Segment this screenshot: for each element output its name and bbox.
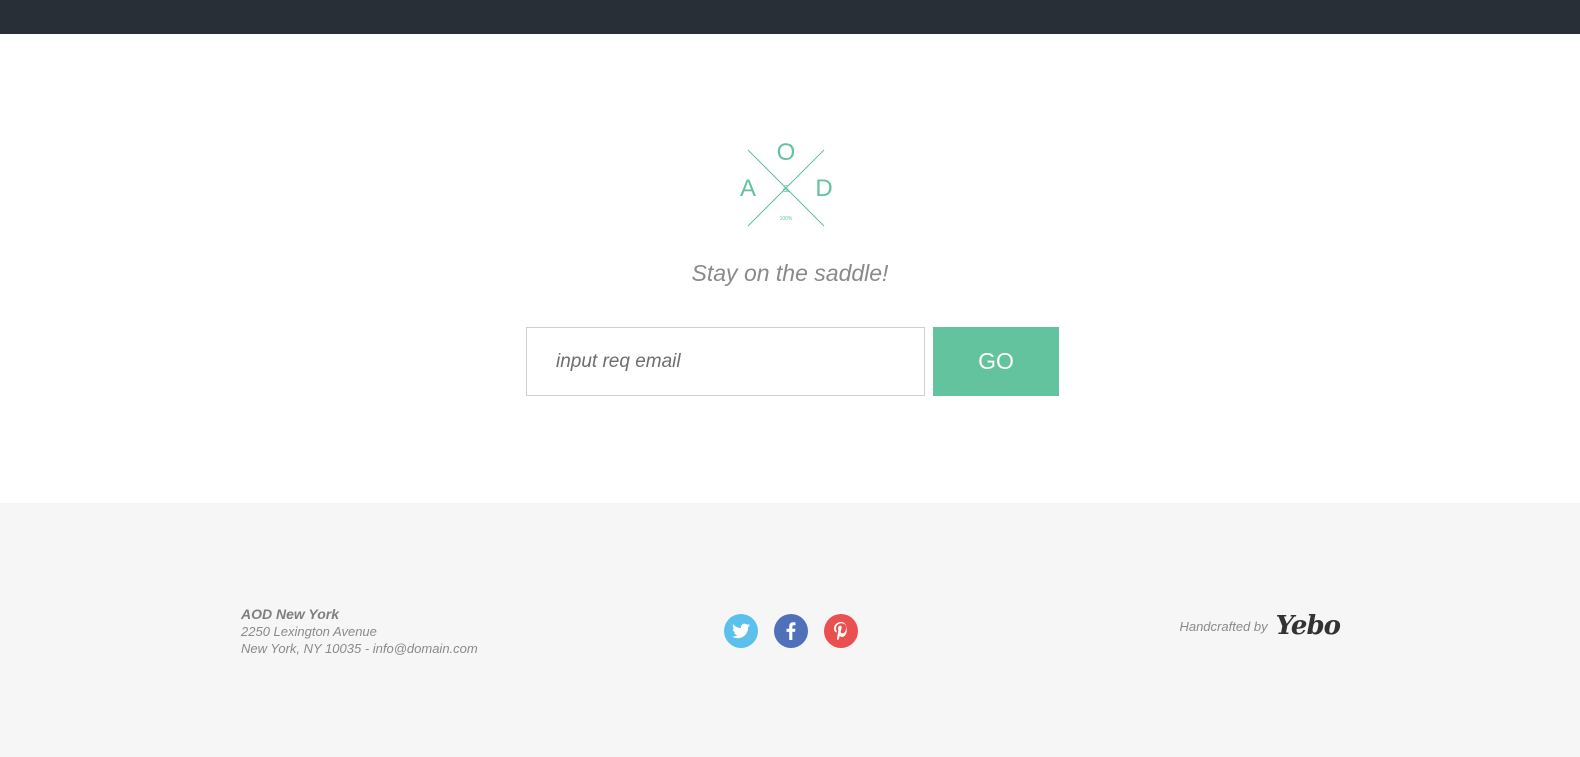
facebook-icon — [786, 622, 796, 640]
main-section: O A D & 100% Stay on the saddle! GO — [0, 34, 1580, 503]
logo-letter-right: D — [815, 175, 832, 202]
address-block: AOD New York 2250 Lexington Avenue New Y… — [241, 606, 478, 657]
facebook-button[interactable] — [774, 614, 808, 648]
email-input[interactable] — [526, 327, 925, 396]
logo-caption: 100% — [780, 216, 793, 222]
pinterest-icon — [833, 622, 847, 640]
go-button[interactable]: GO — [933, 327, 1059, 396]
twitter-button[interactable] — [724, 614, 758, 648]
yebo-logo[interactable]: Yebo — [1276, 611, 1341, 641]
address-line-1: 2250 Lexington Avenue — [241, 624, 377, 639]
aod-logo: O A D & 100% — [740, 140, 833, 227]
pinterest-button[interactable] — [824, 614, 858, 648]
company-name: AOD New York — [241, 606, 340, 622]
footer: AOD New York 2250 Lexington Avenue New Y… — [0, 503, 1580, 757]
logo-letter-top: O — [777, 140, 796, 166]
credit: Handcrafted by Yebo — [1179, 611, 1341, 641]
logo-letter-left: A — [740, 175, 756, 202]
tagline: Stay on the saddle! — [691, 260, 889, 286]
twitter-icon — [732, 623, 750, 639]
logo-ampersand: & — [783, 184, 790, 195]
address-line-2: New York, NY 10035 - info@domain.com — [241, 641, 478, 656]
top-bar — [0, 0, 1580, 34]
credit-label: Handcrafted by — [1179, 618, 1268, 634]
